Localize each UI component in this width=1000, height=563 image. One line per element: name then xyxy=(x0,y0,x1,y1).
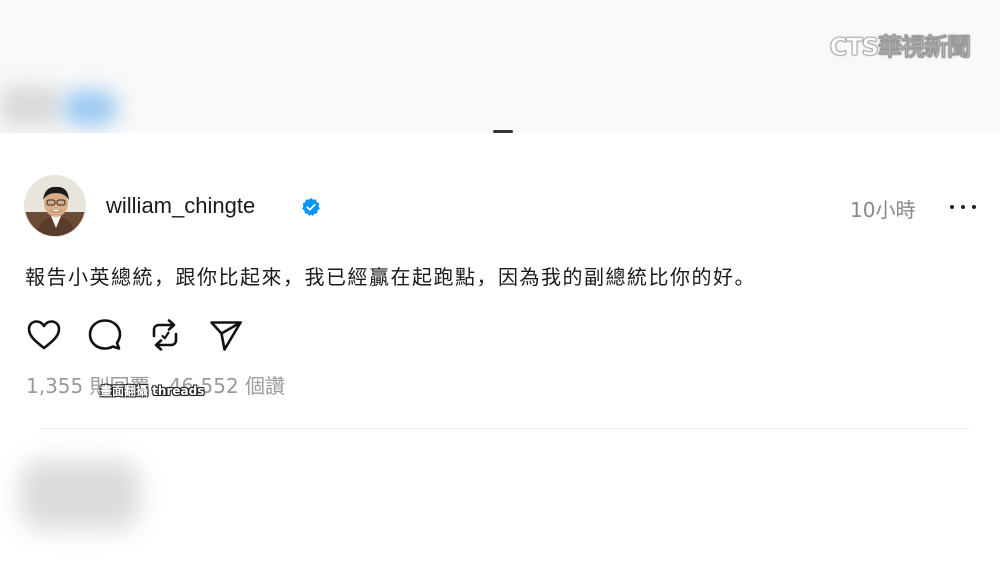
next-post-blurred xyxy=(20,460,140,530)
blurred-badge xyxy=(62,90,118,126)
thread-post: william_chingte 10小時 報告小英總統，跟你比起來，我已經贏在起… xyxy=(0,133,1000,433)
username[interactable]: william_chingte xyxy=(106,193,255,219)
heart-icon[interactable] xyxy=(25,316,63,354)
previous-post-blurred xyxy=(0,0,1000,133)
post-text: 報告小英總統，跟你比起來，我已經贏在起跑點，因為我的副總統比你的好。 xyxy=(25,265,756,289)
source-caption: 畫面翻攝 threads xyxy=(100,384,205,398)
screenshot-stage: CTS華視新聞 william_chingte 10小時 報告小英總統，跟你比起… xyxy=(0,0,1000,563)
avatar[interactable] xyxy=(24,175,86,237)
blurred-avatar xyxy=(0,86,60,126)
post-timestamp: 10小時 xyxy=(850,198,916,222)
more-options-icon[interactable] xyxy=(950,203,976,211)
comment-icon[interactable] xyxy=(86,316,124,354)
cts-watermark-logo: CTS華視新聞 xyxy=(829,33,971,62)
repost-icon[interactable] xyxy=(146,316,184,354)
share-icon[interactable] xyxy=(207,316,245,354)
divider xyxy=(40,428,970,429)
verified-badge-icon xyxy=(302,198,320,216)
